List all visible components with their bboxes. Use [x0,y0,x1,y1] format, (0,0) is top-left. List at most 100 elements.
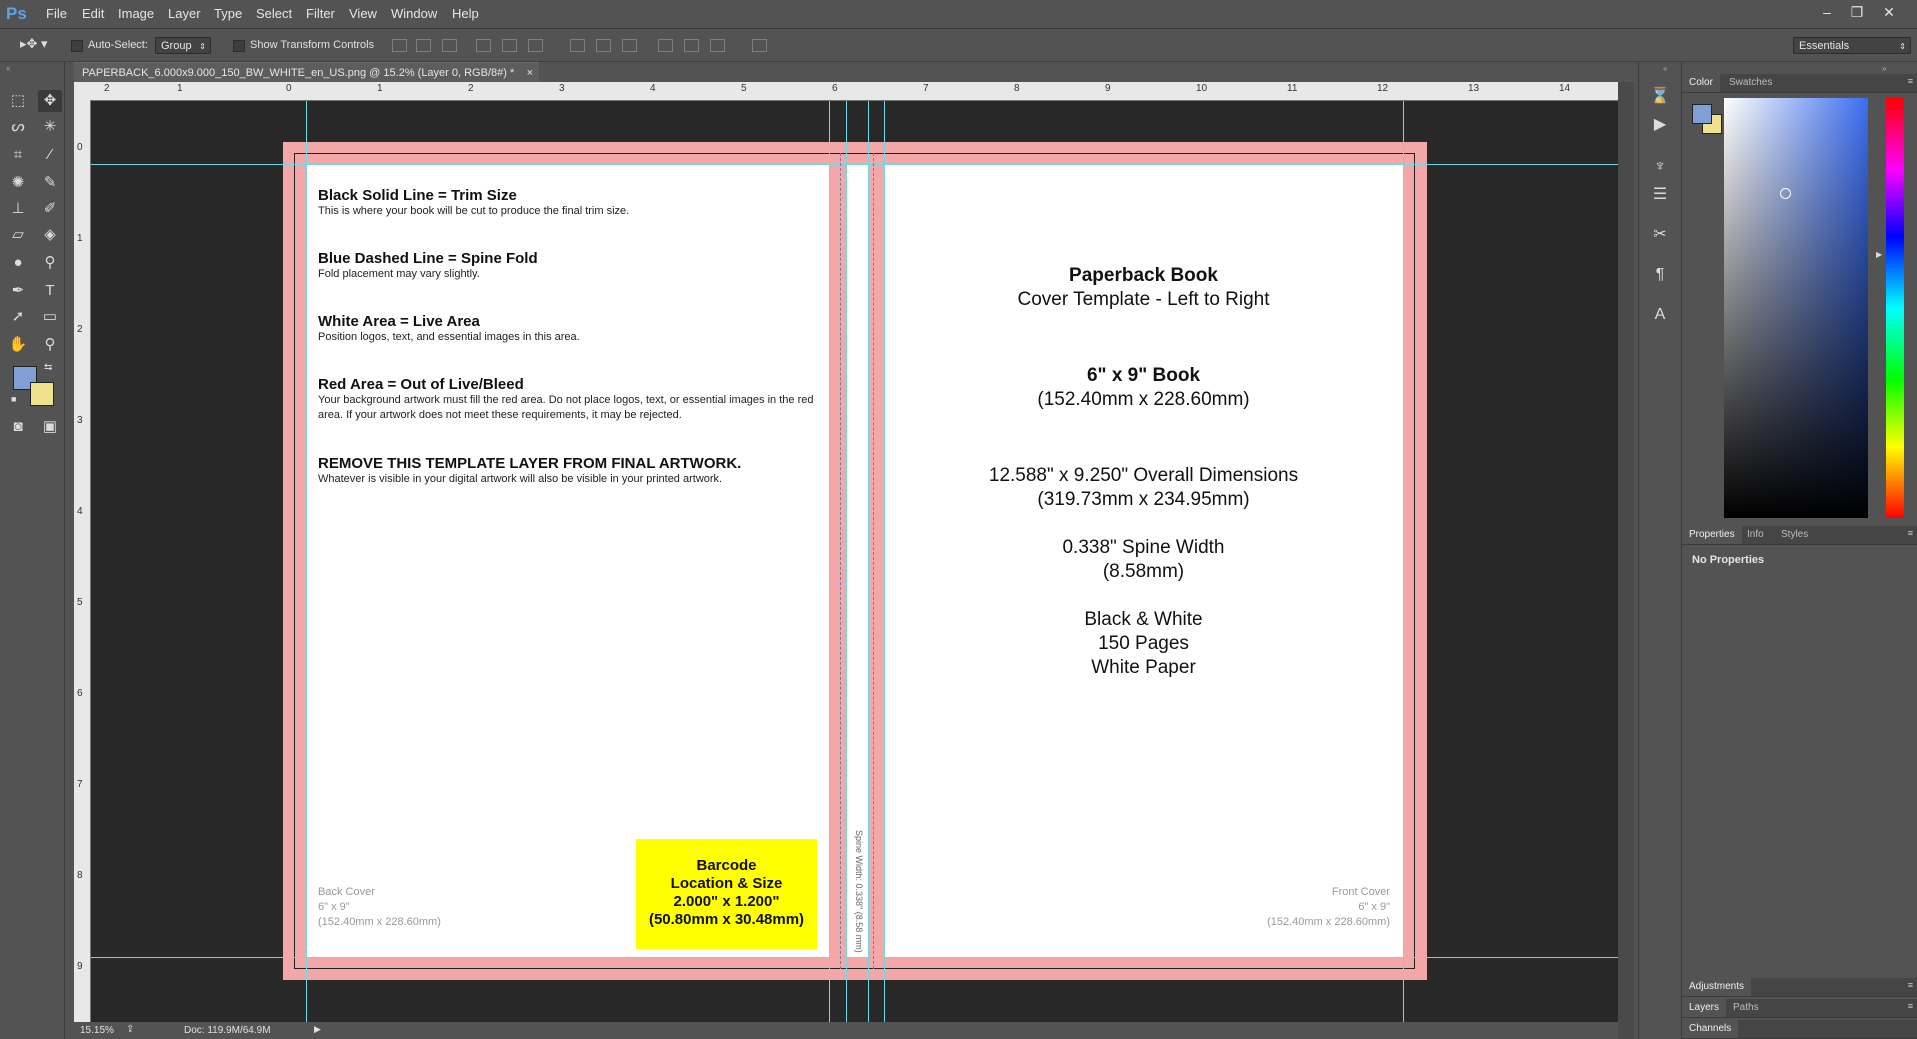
align-left-icon[interactable] [476,39,491,52]
align-bottom-icon[interactable] [442,39,457,52]
healing-brush-tool-icon[interactable]: ✺ [6,172,30,194]
background-color-swatch[interactable] [30,382,54,406]
menu-filter[interactable]: Filter [306,6,335,21]
distribute-hcenter-icon[interactable] [684,39,699,52]
horizontal-ruler[interactable]: 2 1 0 1 2 3 4 5 6 7 8 9 10 11 12 13 14 [74,82,1618,101]
blur-tool-icon[interactable]: ● [6,252,30,274]
menu-edit[interactable]: Edit [82,6,104,21]
share-icon[interactable]: ⇪ [126,1024,134,1035]
panel-foreground-swatch[interactable] [1692,104,1712,124]
vertical-scrollbar[interactable] [1618,82,1634,1039]
move-tool-icon[interactable]: ✥ [38,90,62,112]
panel-menu-icon[interactable]: ≡ [1908,76,1913,86]
type-tool-icon[interactable]: T [38,280,62,302]
menu-image[interactable]: Image [118,6,154,21]
tab-layers[interactable]: Layers [1682,999,1727,1017]
distribute-bottom-icon[interactable] [622,39,637,52]
hand-tool-icon[interactable]: ✋ [6,334,30,356]
tab-color[interactable]: Color [1682,74,1720,92]
guide-line[interactable] [846,101,847,1022]
guide-line[interactable] [829,101,830,1022]
tab-adjustments[interactable]: Adjustments [1682,978,1752,996]
move-tool-preset-icon[interactable]: ▸✥ ▾ [20,36,48,52]
panel-menu-icon[interactable]: ≡ [1908,980,1913,990]
dodge-tool-icon[interactable]: ⚲ [38,252,62,274]
default-colors-icon[interactable]: ■ [11,394,16,404]
color-picker-field[interactable] [1724,98,1868,518]
guide-line[interactable] [868,101,869,1022]
paint-bucket-tool-icon[interactable]: ◈ [38,224,62,246]
color-picker-cursor[interactable] [1780,188,1791,199]
align-top-icon[interactable] [392,39,407,52]
ruler-tick-label: 10 [1196,83,1208,94]
quick-mask-icon[interactable]: ◙ [6,416,30,438]
character-icon[interactable]: A [1649,304,1671,326]
zoom-level[interactable]: 15.15% [80,1025,114,1036]
eyedropper-tool-icon[interactable]: ⁄ [38,144,62,166]
guide-line[interactable] [306,101,307,1022]
collapse-icon[interactable]: « [6,64,10,73]
menu-view[interactable]: View [349,6,377,21]
restore-button[interactable]: ❐ [1843,2,1871,24]
brush-tool-icon[interactable]: ✎ [38,172,62,194]
crop-tool-icon[interactable]: ⌗ [6,144,30,166]
align-hcenter-icon[interactable] [502,39,517,52]
align-right-icon[interactable] [528,39,543,52]
rectangle-tool-icon[interactable]: ▭ [38,306,62,328]
spine-width: 0.338" Spine Width [1062,537,1225,558]
tab-paths[interactable]: Paths [1726,999,1766,1017]
screen-mode-icon[interactable]: ▣ [38,416,62,438]
paragraph-icon[interactable]: ¶ [1649,264,1671,286]
menu-window[interactable]: Window [391,6,437,21]
menu-help[interactable]: Help [452,6,479,21]
eraser-tool-icon[interactable]: ▱ [6,224,30,246]
tab-info[interactable]: Info [1740,526,1771,544]
hue-slider-arrow-icon[interactable]: ▶ [1876,250,1882,259]
auto-select-checkbox[interactable] [71,40,83,52]
distribute-right-icon[interactable] [710,39,725,52]
panel-menu-icon[interactable]: ≡ [1908,528,1913,538]
path-selection-tool-icon[interactable]: ➚ [6,306,30,328]
brush-presets-icon[interactable]: ♆ [1649,156,1671,178]
hue-slider[interactable] [1886,98,1904,518]
actions-play-icon[interactable]: ▶ [1649,114,1671,136]
magic-wand-tool-icon[interactable]: ✳ [38,116,62,138]
swap-colors-icon[interactable]: ⇆ [44,362,52,373]
brush-settings-icon[interactable]: ☰ [1649,184,1671,206]
zoom-tool-icon[interactable]: ⚲ [38,334,62,356]
tab-swatches[interactable]: Swatches [1722,74,1779,92]
clone-stamp-tool-icon[interactable]: ⊥ [6,198,30,220]
workspace-switcher[interactable]: Essentials ⇕ [1793,37,1911,54]
tab-channels[interactable]: Channels [1682,1020,1739,1038]
tab-styles[interactable]: Styles [1774,526,1815,544]
menu-type[interactable]: Type [214,6,242,21]
panel-menu-icon[interactable]: ≡ [1908,1001,1913,1011]
distribute-vcenter-icon[interactable] [596,39,611,52]
transform-controls-checkbox[interactable] [233,40,245,52]
marquee-tool-icon[interactable]: ⬚ [6,90,30,112]
guide-line[interactable] [91,164,1618,165]
tab-properties[interactable]: Properties [1682,526,1742,544]
vertical-ruler[interactable]: 0 1 2 3 4 5 6 7 8 9 [74,100,91,1022]
distribute-left-icon[interactable] [658,39,673,52]
pen-tool-icon[interactable]: ✒ [6,280,30,302]
collapse-dock-icon[interactable]: « [1663,64,1667,73]
collapse-panels-icon[interactable]: » [1882,64,1886,73]
auto-align-layers-icon[interactable] [752,39,767,52]
menu-file[interactable]: File [46,6,67,21]
menu-select[interactable]: Select [256,6,292,21]
history-brush-tool-icon[interactable]: ✐ [38,198,62,220]
tool-presets-icon[interactable]: ✂ [1649,224,1671,246]
lasso-tool-icon[interactable]: ᔕ [6,116,30,138]
document-tab[interactable]: PAPERBACK_6.000x9.000_150_BW_WHITE_en_US… [74,62,539,82]
align-vcenter-icon[interactable] [416,39,431,52]
close-tab-icon[interactable]: × [527,63,533,83]
auto-select-dropdown[interactable]: Group ⇕ [155,37,211,54]
close-window-button[interactable]: ✕ [1875,2,1903,24]
menu-layer[interactable]: Layer [168,6,201,21]
status-menu-arrow-icon[interactable]: ▶ [314,1024,321,1035]
minimize-button[interactable]: – [1813,2,1841,24]
history-icon[interactable]: ⌛ [1649,86,1671,108]
distribute-top-icon[interactable] [570,39,585,52]
guide-line[interactable] [1403,101,1404,1022]
